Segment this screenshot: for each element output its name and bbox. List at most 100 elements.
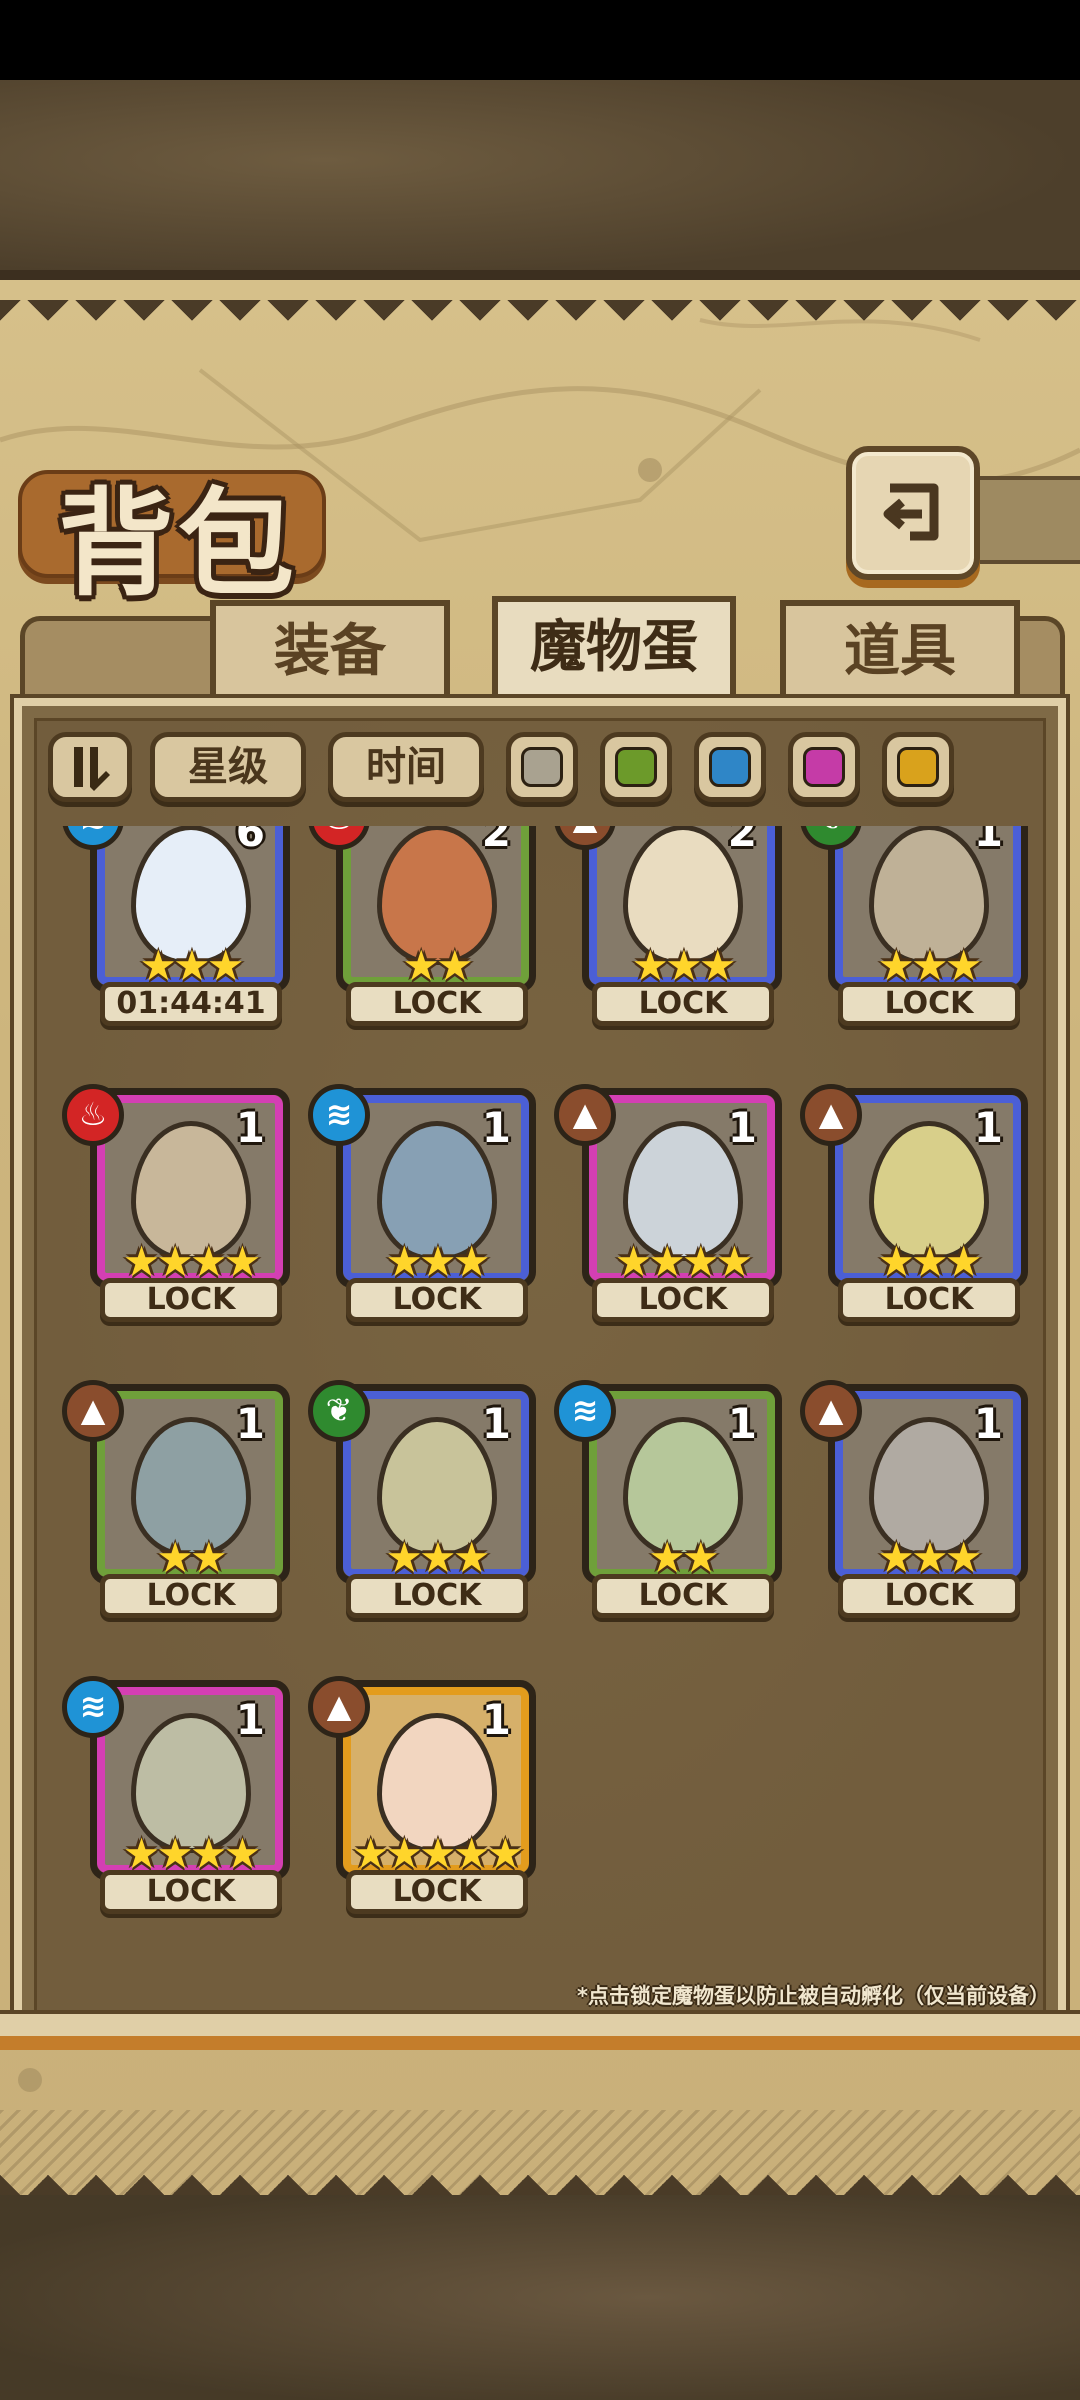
egg-count: 2	[727, 826, 757, 856]
lock-button[interactable]: LOCK	[346, 1278, 528, 1322]
lock-button[interactable]: LOCK	[346, 1574, 528, 1618]
star-rating: ★★★	[835, 1241, 1021, 1282]
egg-count: 1	[481, 1399, 511, 1448]
egg-slot[interactable]: 1 ★★★ ▲ LOCK	[800, 1084, 1028, 1322]
map-background-bottom	[0, 2195, 1080, 2400]
tab-equipment[interactable]: 装备	[210, 600, 450, 700]
filter-gold[interactable]	[882, 732, 954, 802]
egg-slot[interactable]: 1 ★★★ ❦ LOCK	[308, 1380, 536, 1618]
lock-hint-note: *点击锁定魔物蛋以防止被自动孵化（仅当前设备）	[577, 1984, 1050, 2008]
egg-card[interactable]: 2 ★★★	[582, 826, 782, 992]
tab-items[interactable]: 道具	[780, 600, 1020, 700]
egg-count: 6	[235, 826, 265, 856]
egg-count: 1	[973, 826, 1003, 856]
egg-slot[interactable]: 1 ★★★ ≋ LOCK	[308, 1084, 536, 1322]
water-icon: ≋	[308, 1084, 370, 1146]
egg-grid: 6★★★≋01:44:412★★♨LOCK2★★★▲LOCK1★★★❦LOCK1…	[40, 826, 1050, 1976]
egg-slot[interactable]: 1 ★★ ▲ LOCK	[62, 1380, 290, 1618]
sort-order-toggle[interactable]	[48, 732, 132, 802]
egg-slot[interactable]: 1 ★★★★ ♨ LOCK	[62, 1084, 290, 1322]
filter-grey[interactable]	[506, 732, 578, 802]
egg-count: 1	[481, 1695, 511, 1744]
filter-blue[interactable]	[694, 732, 766, 802]
egg-count: 1	[481, 1103, 511, 1152]
egg-count: 1	[235, 1399, 265, 1448]
filter-pink[interactable]	[788, 732, 860, 802]
lock-button[interactable]: LOCK	[592, 1278, 774, 1322]
lock-button[interactable]: LOCK	[592, 982, 774, 1026]
egg-count: 1	[235, 1103, 265, 1152]
star-rating: ★★	[589, 1537, 775, 1578]
egg-card[interactable]: 6 ★★★	[90, 826, 290, 992]
egg-card[interactable]: 1 ★★★	[828, 826, 1028, 992]
page-title: 背包	[58, 476, 298, 612]
torn-edge-top	[0, 300, 1080, 336]
panel-bottom-trim	[0, 2036, 1080, 2050]
tab-monster-eggs-label: 魔物蛋	[530, 614, 698, 680]
sort-by-star-button[interactable]: 星级	[150, 732, 306, 802]
egg-slot[interactable]: 1 ★★★★ ≋ LOCK	[62, 1676, 290, 1914]
star-rating: ★★	[343, 945, 529, 986]
filter-green[interactable]	[600, 732, 672, 802]
lock-button[interactable]: LOCK	[838, 982, 1020, 1026]
tab-rail-left	[20, 616, 210, 705]
mountain-icon: ▲	[308, 1676, 370, 1738]
sort-by-time-label: 时间	[366, 743, 446, 790]
torn-edge-bottom	[0, 2160, 1080, 2196]
game-screen: 背包 装备 魔物蛋 道具 星级 时间 6★★★≋01	[0, 0, 1080, 2400]
star-rating: ★★★	[835, 1537, 1021, 1578]
star-rating: ★★★★	[97, 1833, 283, 1874]
hatch-timer[interactable]: 01:44:41	[100, 982, 282, 1026]
egg-count: 1	[727, 1399, 757, 1448]
leaf-icon: ❦	[308, 1380, 370, 1442]
egg-slot[interactable]: 6★★★≋01:44:41	[62, 826, 290, 1026]
sort-by-time-button[interactable]: 时间	[328, 732, 484, 802]
sort-by-star-label: 星级	[188, 743, 268, 790]
egg-count: 1	[235, 1695, 265, 1744]
egg-count: 1	[973, 1103, 1003, 1152]
tab-items-label: 道具	[844, 618, 956, 684]
map-background-top	[0, 80, 1080, 282]
egg-count: 1	[973, 1399, 1003, 1448]
egg-slot[interactable]: 2★★♨LOCK	[308, 826, 536, 1026]
egg-count: 1	[727, 1103, 757, 1152]
star-rating: ★★★	[97, 945, 283, 986]
egg-slot[interactable]: 1 ★★★★★ ▲ LOCK	[308, 1676, 536, 1914]
star-rating: ★★	[97, 1537, 283, 1578]
star-rating: ★★★	[343, 1241, 529, 1282]
sort-toggle-icon	[74, 747, 110, 791]
lock-button[interactable]: LOCK	[838, 1278, 1020, 1322]
egg-slot[interactable]: 1 ★★★★ ▲ LOCK	[554, 1084, 782, 1322]
water-icon: ≋	[62, 1676, 124, 1738]
egg-slot[interactable]: 1★★★❦LOCK	[800, 826, 1028, 1026]
star-rating: ★★★	[589, 945, 775, 986]
status-bar	[0, 0, 1080, 80]
lock-button[interactable]: LOCK	[100, 1870, 282, 1914]
lock-button[interactable]: LOCK	[346, 1870, 528, 1914]
lock-button[interactable]: LOCK	[346, 982, 528, 1026]
egg-count: 2	[481, 826, 511, 856]
mountain-icon: ▲	[800, 1380, 862, 1442]
star-rating: ★★★	[835, 945, 1021, 986]
back-button[interactable]	[846, 446, 980, 580]
mountain-icon: ▲	[800, 1084, 862, 1146]
tab-monster-eggs[interactable]: 魔物蛋	[492, 596, 736, 710]
egg-card[interactable]: 2 ★★	[336, 826, 536, 992]
egg-slot[interactable]: 2★★★▲LOCK	[554, 826, 782, 1026]
lock-button[interactable]: LOCK	[838, 1574, 1020, 1618]
star-rating: ★★★	[343, 1537, 529, 1578]
tab-equipment-label: 装备	[274, 618, 386, 684]
lock-button[interactable]: LOCK	[100, 1574, 282, 1618]
mountain-icon: ▲	[554, 1084, 616, 1146]
back-arrow-icon	[883, 483, 939, 541]
star-rating: ★★★★	[589, 1241, 775, 1282]
egg-slot[interactable]: 1 ★★ ≋ LOCK	[554, 1380, 782, 1618]
egg-slot[interactable]: 1 ★★★ ▲ LOCK	[800, 1380, 1028, 1618]
star-rating: ★★★★★	[343, 1833, 529, 1874]
star-rating: ★★★★	[97, 1241, 283, 1282]
lock-button[interactable]: LOCK	[100, 1278, 282, 1322]
lock-button[interactable]: LOCK	[592, 1574, 774, 1618]
fire-icon: ♨	[62, 1084, 124, 1146]
water-icon: ≋	[554, 1380, 616, 1442]
mountain-icon: ▲	[62, 1380, 124, 1442]
